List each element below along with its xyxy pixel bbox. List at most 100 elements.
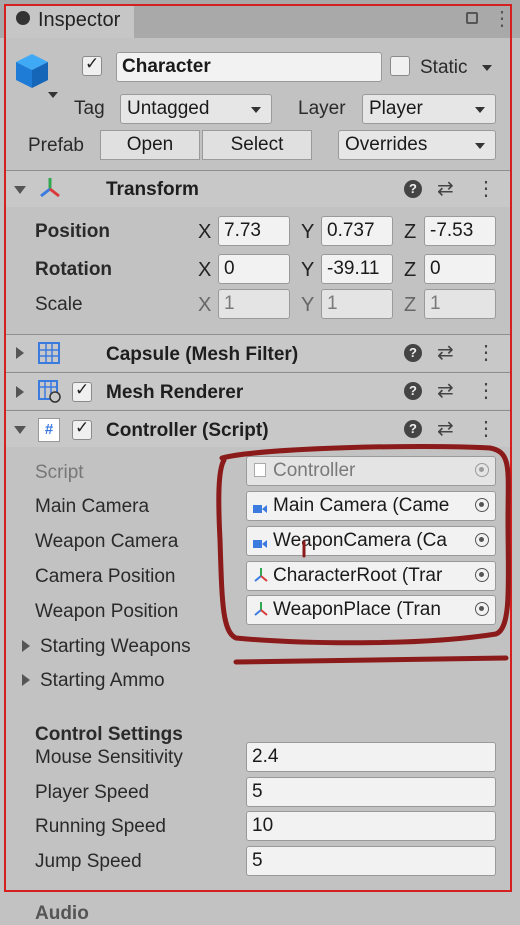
transform-icon: [253, 567, 269, 583]
rotation-x-field[interactable]: 0: [218, 254, 290, 284]
icon-dropdown-caret[interactable]: [48, 92, 58, 98]
prefab-label: Prefab: [28, 135, 84, 156]
presets-icon[interactable]: ⇄: [437, 176, 454, 201]
presets-icon[interactable]: ⇄: [437, 340, 454, 365]
rotation-x-axis[interactable]: X: [198, 259, 211, 282]
help-icon[interactable]: ?: [404, 180, 422, 198]
position-label: Position: [35, 221, 110, 242]
help-icon[interactable]: ?: [404, 344, 422, 362]
scale-z-axis[interactable]: Z: [404, 294, 416, 317]
layer-label: Layer: [298, 98, 346, 119]
weapon-position-label: Weapon Position: [35, 601, 179, 622]
layer-dropdown[interactable]: Player: [362, 94, 496, 124]
mesh-filter-foldout-arrow[interactable]: [16, 347, 24, 359]
mesh-renderer-title: Mesh Renderer: [106, 382, 244, 403]
rotation-z-axis[interactable]: Z: [404, 259, 416, 282]
component-menu-icon[interactable]: ⋮: [476, 176, 496, 201]
camera-position-label: Camera Position: [35, 566, 176, 587]
position-z-axis[interactable]: Z: [404, 221, 416, 244]
jump-speed-field[interactable]: 5: [246, 846, 496, 876]
lock-icon[interactable]: [466, 12, 478, 24]
mesh-renderer-icon: [38, 380, 62, 404]
scale-label: Scale: [35, 294, 83, 315]
mouse-sensitivity-label: Mouse Sensitivity: [35, 747, 183, 768]
audio-heading: Audio: [35, 903, 89, 924]
gameobject-cube-icon: [14, 52, 50, 90]
player-speed-label: Player Speed: [35, 782, 150, 803]
main-camera-value: Main Camera (Came: [273, 495, 450, 516]
running-speed-field[interactable]: 10: [246, 811, 496, 841]
mesh-renderer-enabled-checkbox[interactable]: ✓: [72, 380, 92, 402]
scale-z-field[interactable]: 1: [424, 289, 496, 319]
scale-y-field[interactable]: 1: [321, 289, 393, 319]
main-camera-label: Main Camera: [35, 496, 150, 517]
script-label: Script: [35, 462, 84, 483]
mesh-renderer-foldout-arrow[interactable]: [16, 386, 24, 398]
weapon-camera-value: WeaponCamera (Ca: [273, 530, 447, 551]
presets-icon[interactable]: ⇄: [437, 378, 454, 403]
transform-icon: [38, 176, 62, 200]
rotation-y-axis[interactable]: Y: [301, 259, 314, 282]
position-x-axis[interactable]: X: [198, 221, 211, 244]
tag-value: Untagged: [127, 98, 210, 119]
position-z-field[interactable]: -7.53: [424, 216, 496, 246]
scale-y-axis[interactable]: Y: [301, 294, 314, 317]
static-checkbox[interactable]: [390, 56, 410, 76]
controller-enabled-checkbox[interactable]: ✓: [72, 418, 92, 440]
component-menu-icon[interactable]: ⋮: [476, 416, 496, 441]
starting-weapons-label[interactable]: Starting Weapons: [40, 636, 191, 658]
menu-icon[interactable]: ⋮: [492, 6, 512, 31]
weapon-camera-field[interactable]: WeaponCamera (Ca: [246, 526, 496, 556]
tag-label: Tag: [74, 98, 105, 119]
help-icon[interactable]: ?: [404, 420, 422, 438]
tab-title: Inspector: [38, 9, 121, 31]
static-label[interactable]: Static: [420, 57, 468, 79]
controller-title: Controller (Script): [106, 420, 269, 441]
main-camera-field[interactable]: Main Camera (Came: [246, 491, 496, 521]
position-y-field[interactable]: 0.737: [321, 216, 393, 246]
camera-icon: [253, 536, 267, 548]
running-speed-label: Running Speed: [35, 816, 166, 837]
mesh-filter-icon: [38, 342, 60, 364]
position-y-axis[interactable]: Y: [301, 221, 314, 244]
weapon-camera-label: Weapon Camera: [35, 531, 179, 552]
tag-dropdown[interactable]: Untagged: [120, 94, 272, 124]
controller-foldout-arrow[interactable]: [14, 426, 26, 434]
script-file-icon: [254, 463, 266, 477]
transform-foldout-arrow[interactable]: [14, 186, 26, 194]
weapon-position-value: WeaponPlace (Tran: [273, 599, 441, 620]
static-dropdown-caret[interactable]: [482, 65, 492, 71]
layer-value: Player: [369, 98, 423, 119]
prefab-open-button[interactable]: Open: [100, 130, 200, 160]
help-icon[interactable]: ?: [404, 382, 422, 400]
player-speed-field[interactable]: 5: [246, 777, 496, 807]
camera-position-field[interactable]: CharacterRoot (Trar: [246, 561, 496, 591]
object-name-field[interactable]: Character: [116, 52, 382, 82]
camera-icon: [253, 501, 267, 513]
scale-x-axis[interactable]: X: [198, 294, 211, 317]
starting-weapons-foldout-arrow[interactable]: [22, 640, 30, 652]
component-menu-icon[interactable]: ⋮: [476, 340, 496, 365]
prefab-select-button[interactable]: Select: [202, 130, 312, 160]
starting-ammo-foldout-arrow[interactable]: [22, 674, 30, 686]
transform-icon: [253, 601, 269, 617]
mesh-filter-title: Capsule (Mesh Filter): [106, 344, 299, 365]
rotation-y-field[interactable]: -39.11: [321, 254, 393, 284]
overrides-dropdown[interactable]: Overrides: [338, 130, 496, 160]
presets-icon[interactable]: ⇄: [437, 416, 454, 441]
overrides-label: Overrides: [345, 134, 428, 155]
rotation-z-field[interactable]: 0: [424, 254, 496, 284]
component-menu-icon[interactable]: ⋮: [476, 378, 496, 403]
starting-ammo-label[interactable]: Starting Ammo: [40, 670, 165, 692]
weapon-position-field[interactable]: WeaponPlace (Tran: [246, 595, 496, 625]
script-field: Controller: [246, 456, 496, 486]
camera-position-value: CharacterRoot (Trar: [273, 565, 443, 586]
scale-x-field[interactable]: 1: [218, 289, 290, 319]
mouse-sensitivity-field[interactable]: 2.4: [246, 742, 496, 772]
position-x-field[interactable]: 7.73: [218, 216, 290, 246]
transform-title: Transform: [106, 179, 199, 200]
control-settings-heading: Control Settings: [35, 724, 183, 745]
active-checkbox[interactable]: ✓: [82, 54, 102, 76]
script-icon: #: [38, 418, 60, 442]
info-icon: [16, 11, 30, 25]
